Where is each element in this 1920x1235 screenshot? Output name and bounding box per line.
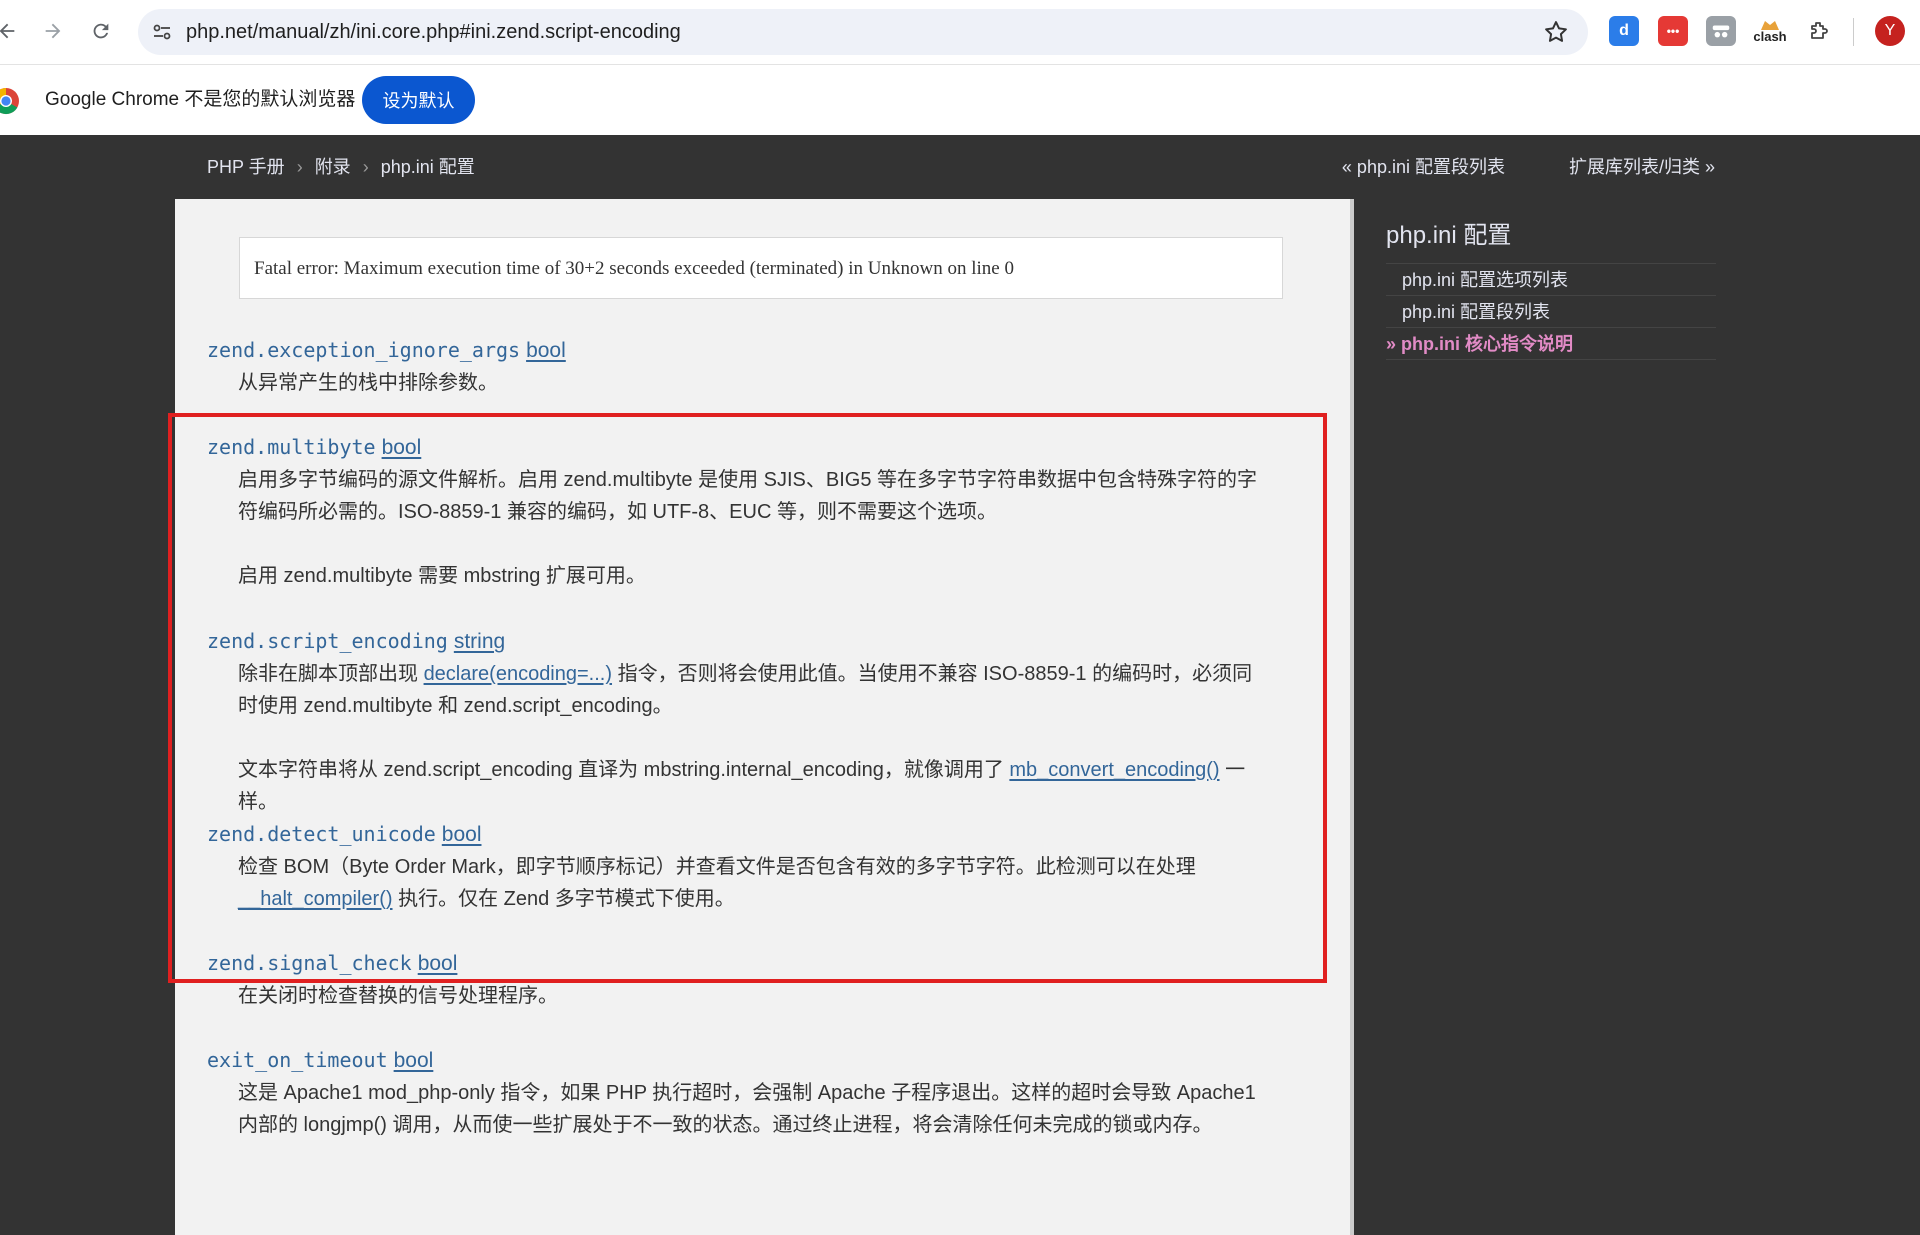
directive-description: 这是 Apache1 mod_php-only 指令，如果 PHP 执行超时，会… xyxy=(238,1082,1256,1136)
breadcrumb: PHP 手册 › 附录 › php.ini 配置 xyxy=(207,135,475,199)
breadcrumb-separator: › xyxy=(362,157,369,177)
directive-description: 从异常产生的栈中排除参数。 xyxy=(238,372,498,394)
next-page-link[interactable]: 扩展库列表/归类 » xyxy=(1569,157,1715,177)
directive-term: zend.script_encoding string xyxy=(207,629,505,654)
sidebar-item-core-directives[interactable]: » php.ini 核心指令说明 xyxy=(1386,327,1716,359)
directive-description: 在关闭时检查替换的信号处理程序。 xyxy=(238,985,558,1007)
incognito-icon xyxy=(1712,25,1730,38)
clash-extension-icon[interactable]: clash xyxy=(1752,16,1788,46)
set-default-button[interactable]: 设为默认 xyxy=(362,76,475,124)
profile-initial: Y xyxy=(1884,22,1896,39)
profile-avatar[interactable]: Y xyxy=(1875,16,1905,46)
directive-term: exit_on_timeout bool xyxy=(207,1048,433,1073)
address-bar[interactable]: php.net/manual/zh/ini.core.php#ini.zend.… xyxy=(138,9,1588,55)
extension-glyph: ••• xyxy=(1666,24,1680,38)
directive-name: zend.multibyte xyxy=(207,435,376,459)
arrow-right-icon xyxy=(45,23,61,39)
directive-term: zend.multibyte bool xyxy=(207,435,421,460)
directive-name: zend.script_encoding xyxy=(207,629,448,653)
directive-name: exit_on_timeout xyxy=(207,1048,388,1072)
arrow-left-icon xyxy=(0,23,15,39)
type-link[interactable]: bool xyxy=(418,952,458,975)
directive-description: 文本字符串将从 zend.script_encoding 直译为 mbstrin… xyxy=(238,754,1258,818)
content-border xyxy=(1350,199,1354,1235)
dictionary-extension-icon[interactable]: d xyxy=(1609,16,1639,46)
type-link[interactable]: string xyxy=(454,630,505,653)
type-link[interactable]: bool xyxy=(442,823,482,846)
directive-description: 启用多字节编码的源文件解析。启用 zend.multibyte 是使用 SJIS… xyxy=(238,469,1257,523)
prev-page-link[interactable]: « php.ini 配置段列表 xyxy=(1342,157,1505,177)
directive-name: zend.detect_unicode xyxy=(207,822,436,846)
site-info-icon[interactable] xyxy=(150,20,174,44)
chrome-logo-icon xyxy=(0,87,19,115)
default-browser-infobar: Google Chrome 不是您的默认浏览器 设为默认 xyxy=(0,65,1920,135)
mb-convert-encoding-link[interactable]: mb_convert_encoding() xyxy=(1009,759,1219,781)
sidebar-divider xyxy=(1386,359,1716,360)
breadcrumb-separator: › xyxy=(296,157,303,177)
back-button[interactable] xyxy=(0,14,24,48)
text: 除非在脚本顶部出现 xyxy=(238,663,424,685)
declare-link[interactable]: declare(encoding=...) xyxy=(424,663,612,685)
infobar-message: Google Chrome 不是您的默认浏览器 xyxy=(45,89,356,110)
php-navbar: PHP 手册 › 附录 › php.ini 配置 « php.ini 配置段列表 扩展库列… xyxy=(0,135,1920,199)
text: 检查 BOM（Byte Order Mark，即字节顺序标记）并查看文件是否包含… xyxy=(238,856,1196,878)
breadcrumb-appendix[interactable]: 附录 xyxy=(315,157,351,177)
puzzle-icon xyxy=(1811,22,1828,39)
dots-extension-icon[interactable]: ••• xyxy=(1658,16,1688,46)
breadcrumb-php-ini[interactable]: php.ini 配置 xyxy=(381,157,475,177)
text: 执行。仅在 Zend 多字节模式下使用。 xyxy=(392,888,735,910)
url-text[interactable]: php.net/manual/zh/ini.core.php#ini.zend.… xyxy=(186,9,681,55)
extension-glyph: clash xyxy=(1753,29,1787,44)
sidebar-title[interactable]: php.ini 配置 xyxy=(1386,215,1511,250)
sidebar-item-options-list[interactable]: php.ini 配置选项列表 xyxy=(1386,263,1716,295)
prev-next-links: « php.ini 配置段列表 扩展库列表/归类 » xyxy=(1342,135,1715,199)
halt-compiler-link[interactable]: __halt_compiler() xyxy=(238,888,393,910)
directive-term: zend.signal_check bool xyxy=(207,951,457,976)
reload-icon xyxy=(93,23,109,39)
directive-description: 除非在脚本顶部出现 declare(encoding=...) 指令，否则将会使… xyxy=(238,658,1258,722)
manual-content: Fatal error: Maximum execution time of 3… xyxy=(175,199,1350,1235)
directive-name: zend.signal_check xyxy=(207,951,412,975)
directive-term: zend.detect_unicode bool xyxy=(207,822,481,847)
directive-name: zend.exception_ignore_args xyxy=(207,338,521,362)
error-example-block: Fatal error: Maximum execution time of 3… xyxy=(239,237,1283,299)
directive-description: 启用 zend.multibyte 需要 mbstring 扩展可用。 xyxy=(238,565,646,587)
sidebar-item-sections-list[interactable]: php.ini 配置段列表 xyxy=(1386,295,1716,327)
forward-button[interactable] xyxy=(36,14,70,48)
directive-term: zend.exception_ignore_args bool xyxy=(207,338,566,363)
type-link[interactable]: bool xyxy=(394,1049,434,1072)
breadcrumb-php-manual[interactable]: PHP 手册 xyxy=(207,157,285,177)
extensions-button[interactable] xyxy=(1802,14,1836,48)
extension-glyph: d xyxy=(1619,22,1629,39)
type-link[interactable]: bool xyxy=(382,436,422,459)
text: 文本字符串将从 zend.script_encoding 直译为 mbstrin… xyxy=(238,759,1010,781)
star-icon[interactable] xyxy=(1542,18,1570,46)
directive-description: 检查 BOM（Byte Order Mark，即字节顺序标记）并查看文件是否包含… xyxy=(238,851,1258,915)
browser-toolbar: php.net/manual/zh/ini.core.php#ini.zend.… xyxy=(0,0,1920,65)
toolbar-divider xyxy=(1853,18,1854,46)
type-link[interactable]: bool xyxy=(526,339,566,362)
reload-button[interactable] xyxy=(84,14,118,48)
incognito-extension-icon[interactable] xyxy=(1706,16,1736,46)
